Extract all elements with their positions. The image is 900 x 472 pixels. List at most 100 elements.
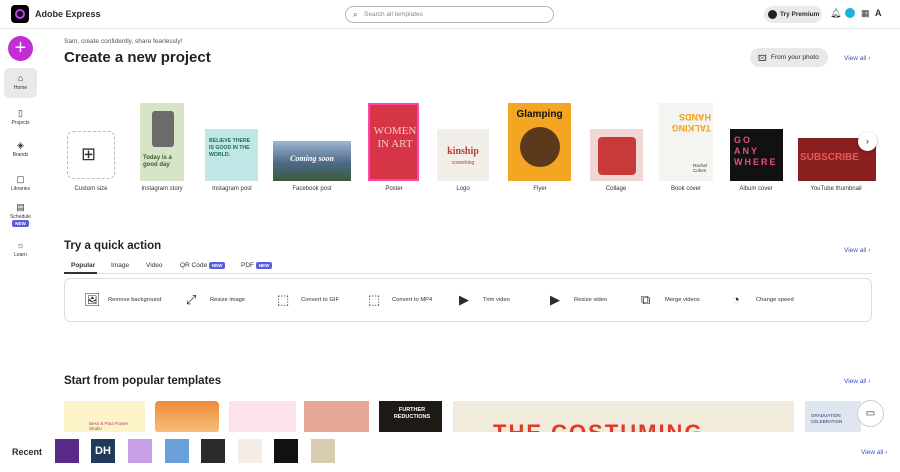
project-type-label: Poster xyxy=(385,186,403,192)
view-all-projects-link[interactable]: View all › xyxy=(844,55,870,62)
action-label: Merge videos xyxy=(665,297,700,303)
top-bar: Adobe Express ⌕ Search all templates Try… xyxy=(0,0,900,29)
active-tab-underline xyxy=(64,272,97,274)
collage-card[interactable] xyxy=(590,129,643,181)
adobe-express-logo-icon[interactable] xyxy=(11,5,29,23)
action-label: Convert to GIF xyxy=(301,297,340,303)
action-label: Resize image xyxy=(210,297,246,303)
remove-background-icon: 🖼︎ xyxy=(84,292,101,307)
tab-image[interactable]: Image xyxy=(111,262,129,269)
adobe-icon[interactable]: A xyxy=(875,8,882,18)
search-icon: ⌕ xyxy=(353,10,358,19)
tab-qr-code[interactable]: QR Code NEW xyxy=(180,262,226,269)
tent-image xyxy=(520,127,560,167)
tab-video[interactable]: Video xyxy=(146,262,163,269)
album-cover-card[interactable]: GO ANY WHERE xyxy=(730,129,783,181)
chat-button[interactable]: ▭ xyxy=(857,400,884,427)
custom-size-card[interactable]: ⊞ xyxy=(67,131,115,179)
apps-grid-icon[interactable]: ▦ xyxy=(861,8,870,19)
resize-image-icon: ⤢ xyxy=(186,292,197,307)
fb-text: Coming soon xyxy=(290,154,334,163)
trim-video-icon: ▶ xyxy=(459,292,469,307)
recent-item[interactable] xyxy=(274,439,298,463)
template-card[interactable] xyxy=(229,401,296,433)
new-badge: NEW xyxy=(255,262,273,269)
recent-item-text: DH xyxy=(95,445,111,457)
image-icon: 🖾 xyxy=(758,54,767,63)
app-name: Adobe Express xyxy=(35,9,101,19)
template-text: FURTHER REDUCTIONS xyxy=(393,407,431,420)
avatar[interactable] xyxy=(845,8,855,18)
file-icon: ▯ xyxy=(18,108,23,118)
chevron-right-icon: › xyxy=(866,136,869,146)
library-icon: ▢ xyxy=(16,174,25,184)
sidebar-item-schedule[interactable]: ▤ Schedule NEW xyxy=(4,202,37,227)
sidebar-item-brands[interactable]: ◈ Brands xyxy=(4,140,37,158)
template-card[interactable]: Bess & Paul Flower Studio xyxy=(64,401,145,433)
action-label: Trim video xyxy=(483,297,510,303)
sidebar-item-learn[interactable]: ☼ Learn xyxy=(4,240,37,258)
convert-mp4-icon: ⬚ xyxy=(368,292,381,307)
instagram-post-card[interactable]: BELIEVE THERE IS GOOD IN THE WORLD. xyxy=(205,129,258,181)
instagram-story-card[interactable]: Today is a good day xyxy=(140,103,184,181)
book-text: TALKING HANDS xyxy=(671,112,711,133)
post-text: BELIEVE THERE IS GOOD IN THE WORLD. xyxy=(209,138,251,158)
project-type-label: Album cover xyxy=(739,186,773,192)
recent-item[interactable]: DH xyxy=(91,439,115,463)
project-type-label: Instagram post xyxy=(212,186,252,192)
recent-item[interactable] xyxy=(55,439,79,463)
project-type-label: Custom size xyxy=(74,186,108,192)
template-card[interactable]: GRADUATION CELEBRATION xyxy=(805,401,861,433)
project-type-label: Logo xyxy=(456,186,470,192)
new-badge: NEW xyxy=(12,220,29,227)
flyer-card[interactable]: Glamping xyxy=(508,103,571,181)
convert-gif-icon: ⬚ xyxy=(277,292,290,307)
project-type-label: Facebook post xyxy=(292,186,332,192)
logo-card[interactable]: kinship coworking xyxy=(437,129,489,181)
template-text: Bess & Paul Flower Studio xyxy=(89,421,129,431)
flyer-text: Glamping xyxy=(516,109,563,120)
brand-icon: ◈ xyxy=(17,140,24,150)
template-text: GRADUATION CELEBRATION xyxy=(811,413,843,424)
create-new-button[interactable]: + xyxy=(8,36,33,61)
action-label: Convert to MP4 xyxy=(392,297,433,303)
view-all-recent-link[interactable]: View all › xyxy=(861,449,887,456)
greeting: Sam, create confidently, share fearlessl… xyxy=(64,38,183,45)
template-card[interactable] xyxy=(155,401,219,433)
view-all-templates-link[interactable]: View all › xyxy=(844,378,870,385)
recent-item[interactable] xyxy=(311,439,335,463)
book-cover-card[interactable]: TALKING HANDS Rachel Cohen xyxy=(659,103,713,181)
scroll-right-button[interactable]: › xyxy=(858,132,877,151)
search-input[interactable]: ⌕ Search all templates xyxy=(345,6,554,23)
view-all-quick-link[interactable]: View all › xyxy=(844,247,870,254)
story-text: Today is a good day xyxy=(143,155,172,168)
template-card[interactable] xyxy=(304,401,369,433)
sidebar-item-label: Home xyxy=(13,85,28,91)
collage-image xyxy=(598,137,636,175)
person-photo xyxy=(152,111,174,147)
sidebar-item-projects[interactable]: ▯ Projects xyxy=(4,108,37,126)
recent-item[interactable] xyxy=(238,439,262,463)
try-premium-button[interactable]: Try Premium xyxy=(764,6,822,23)
project-type-label: YouTube thumbnail xyxy=(810,186,862,192)
sidebar-item-home[interactable]: ⌂ Home xyxy=(4,68,37,98)
new-badge: NEW xyxy=(208,262,226,269)
recent-item[interactable] xyxy=(201,439,225,463)
project-type-label: Book cover xyxy=(670,186,701,192)
home-icon: ⌂ xyxy=(17,73,24,83)
tab-pdf[interactable]: PDF NEW xyxy=(241,262,273,269)
template-card[interactable]: FURTHER REDUCTIONS xyxy=(379,401,442,433)
book-author: Rachel Cohen xyxy=(693,163,708,173)
try-premium-label: Try Premium xyxy=(780,11,820,18)
template-card[interactable]: THE COSTUMING xyxy=(453,401,794,433)
facebook-post-card[interactable]: Coming soon xyxy=(273,141,351,181)
poster-card[interactable]: WOMEN IN ART xyxy=(368,103,419,181)
from-your-photo-button[interactable]: 🖾 From your photo xyxy=(750,48,828,67)
bell-icon[interactable]: 🔔︎ xyxy=(830,8,841,19)
project-type-label: Collage xyxy=(605,186,627,192)
tab-popular[interactable]: Popular xyxy=(71,262,95,269)
logo-text: kinship xyxy=(447,146,479,157)
recent-item[interactable] xyxy=(165,439,189,463)
recent-item[interactable] xyxy=(128,439,152,463)
sidebar-item-libraries[interactable]: ▢ Libraries xyxy=(4,174,37,192)
